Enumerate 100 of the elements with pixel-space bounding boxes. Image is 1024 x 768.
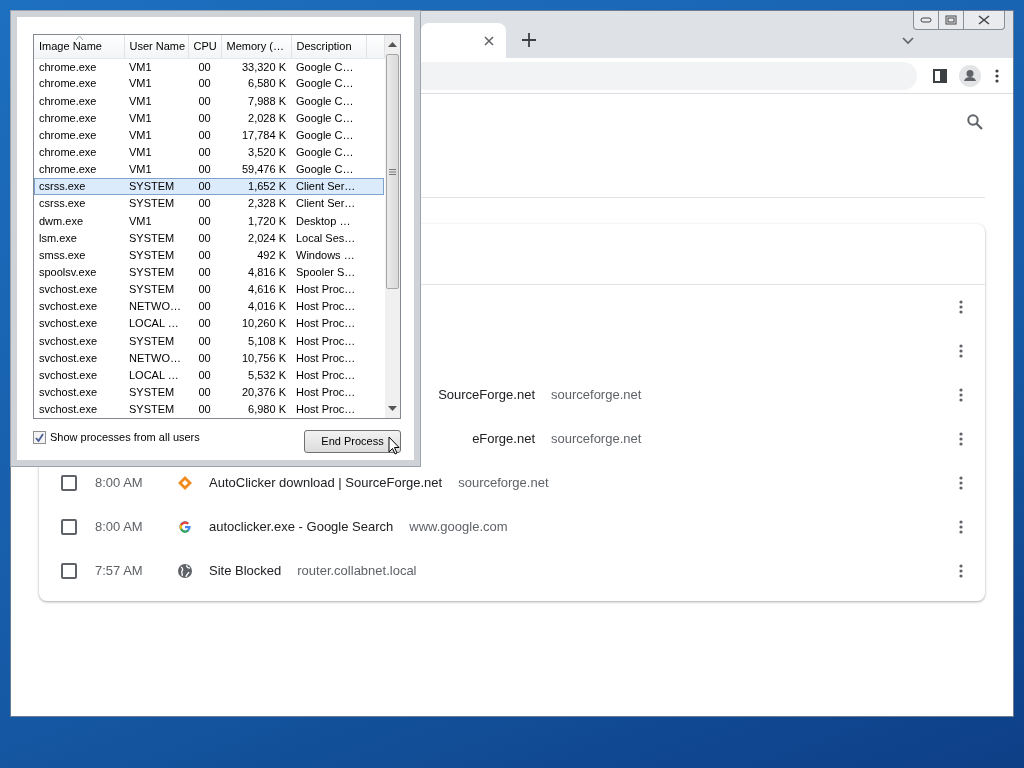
scroll-up-icon[interactable] xyxy=(387,42,397,47)
more-actions-icon[interactable] xyxy=(959,432,963,446)
more-actions-icon[interactable] xyxy=(959,388,963,402)
cpu-usage: 00 xyxy=(198,300,211,313)
user-name: SYSTEM xyxy=(129,283,175,296)
scroll-down-icon[interactable] xyxy=(387,406,397,411)
process-name: svchost.exe xyxy=(39,351,98,364)
user-name: LOCAL … xyxy=(129,317,179,330)
process-name: svchost.exe xyxy=(39,317,98,330)
memory-usage: 3,520 K xyxy=(248,146,286,158)
user-name: LOCAL … xyxy=(129,368,179,381)
process-description: Host Proc… xyxy=(296,386,356,398)
scroll-thumb[interactable] xyxy=(385,54,399,289)
process-name: csrss.exe xyxy=(39,197,86,210)
user-name: VM1 xyxy=(129,128,152,141)
page-title-link[interactable]: Site Blocked xyxy=(209,561,282,581)
cpu-usage: 00 xyxy=(198,163,211,176)
memory-usage: 17,784 K xyxy=(241,128,286,141)
user-name: NETWO… xyxy=(129,300,181,313)
page-title-link[interactable]: AutoClicker download | SourceForge.net xyxy=(209,473,443,493)
user-name: SYSTEM xyxy=(129,197,175,210)
page-title-link[interactable]: eForge.net xyxy=(425,429,535,449)
cpu-usage: 00 xyxy=(198,146,211,158)
memory-usage: 2,024 K xyxy=(248,231,286,244)
process-name: svchost.exe xyxy=(39,300,98,313)
more-actions-icon[interactable] xyxy=(959,564,963,578)
more-actions-icon[interactable] xyxy=(959,300,963,314)
memory-usage: 2,328 K xyxy=(248,197,286,210)
cpu-usage: 00 xyxy=(198,94,211,107)
process-description: Host Proc… xyxy=(296,300,356,313)
cpu-usage: 00 xyxy=(198,248,211,261)
scrollbar[interactable] xyxy=(384,35,400,418)
process-name: csrss.exe xyxy=(39,180,86,193)
process-name: dwm.exe xyxy=(39,214,84,227)
memory-usage: 4,016 K xyxy=(248,300,286,313)
checkbox[interactable] xyxy=(61,475,77,491)
process-description: Host Proc… xyxy=(296,351,356,364)
process-description: Client Ser… xyxy=(296,197,356,210)
user-name: VM1 xyxy=(129,163,152,176)
cpu-usage: 00 xyxy=(198,386,211,398)
process-name: svchost.exe xyxy=(39,283,98,296)
cpu-usage: 00 xyxy=(198,214,211,227)
memory-usage: 1,720 K xyxy=(248,214,286,227)
end-process-button[interactable]: End Process xyxy=(304,430,401,453)
user-name: SYSTEM xyxy=(129,266,175,278)
cpu-usage: 00 xyxy=(198,283,211,296)
process-description: Client Ser… xyxy=(296,180,356,193)
more-actions-icon[interactable] xyxy=(959,520,963,534)
user-name: VM1 xyxy=(129,60,152,73)
user-name: SYSTEM xyxy=(129,231,175,244)
process-description: Host Proc… xyxy=(296,403,356,416)
page-domain: sourceforge.net xyxy=(551,386,642,405)
memory-usage: 10,260 K xyxy=(241,317,286,330)
user-name: VM1 xyxy=(129,214,152,227)
cpu-usage: 00 xyxy=(198,334,211,347)
side-panel-icon[interactable] xyxy=(933,68,947,83)
more-actions-icon[interactable] xyxy=(959,476,963,490)
more-actions-icon[interactable] xyxy=(959,344,963,358)
close-icon[interactable] xyxy=(484,35,494,46)
process-description: Windows … xyxy=(296,248,355,261)
process-description: Spooler S… xyxy=(296,266,356,278)
cpu-usage: 00 xyxy=(198,351,211,364)
memory-usage: 1,652 K xyxy=(248,180,286,193)
process-name: chrome.exe xyxy=(39,128,97,141)
page-domain: router.collabnet.local xyxy=(297,562,417,581)
user-name: VM1 xyxy=(129,111,152,124)
page-title-link[interactable]: SourceForge.net xyxy=(425,385,535,405)
new-tab-icon[interactable] xyxy=(522,33,536,47)
process-name: chrome.exe xyxy=(39,60,97,73)
memory-usage: 492 K xyxy=(257,248,286,261)
page-domain: sourceforge.net xyxy=(458,474,549,493)
search-icon[interactable] xyxy=(967,114,983,130)
visit-time: 8:00 AM xyxy=(94,518,144,537)
cpu-usage: 00 xyxy=(198,197,211,210)
process-description: Google C… xyxy=(296,146,354,158)
more-menu-icon[interactable] xyxy=(995,68,999,83)
process-description: Desktop … xyxy=(296,214,351,227)
page-title-link[interactable]: autoclicker.exe - Google Search xyxy=(209,517,394,537)
memory-usage: 7,988 K xyxy=(248,94,286,107)
memory-usage: 4,816 K xyxy=(248,266,286,278)
user-name: SYSTEM xyxy=(129,334,175,347)
process-description: Google C… xyxy=(296,128,354,141)
process-description: Google C… xyxy=(296,77,354,90)
checkbox[interactable] xyxy=(61,519,77,535)
mouse-pointer-icon xyxy=(388,436,400,455)
profile-avatar-icon[interactable] xyxy=(959,64,981,87)
process-name: chrome.exe xyxy=(39,94,97,107)
cpu-usage: 00 xyxy=(198,77,211,90)
process-description: Host Proc… xyxy=(296,317,356,330)
checkbox[interactable] xyxy=(61,563,77,579)
checkbox-label: Show processes from all users xyxy=(50,430,200,445)
chevron-down-icon[interactable] xyxy=(902,37,914,45)
cpu-usage: 00 xyxy=(198,317,211,330)
user-name: VM1 xyxy=(129,146,152,158)
user-name: VM1 xyxy=(129,94,152,107)
process-name: svchost.exe xyxy=(39,403,98,416)
process-description: Local Ses… xyxy=(296,231,356,244)
checkbox[interactable] xyxy=(33,430,46,444)
cpu-usage: 00 xyxy=(198,128,211,141)
memory-usage: 4,616 K xyxy=(248,283,286,296)
